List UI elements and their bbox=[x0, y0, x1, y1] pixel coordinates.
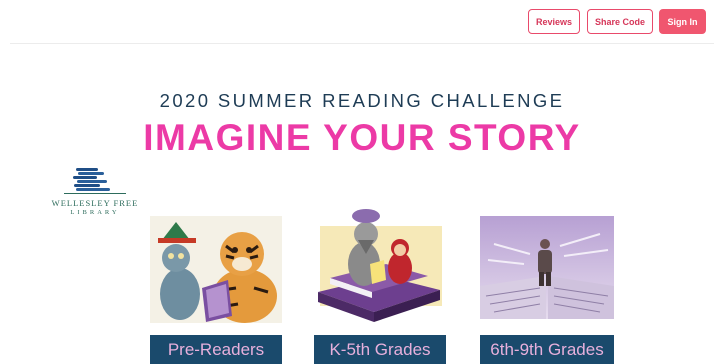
share-code-button[interactable]: Share Code bbox=[587, 9, 653, 34]
group-card-k-5th-grades[interactable]: K-5th Grades bbox=[314, 206, 446, 364]
challenge-headline: IMAGINE YOUR STORY bbox=[143, 117, 581, 158]
challenge-subtitle: 2020 SUMMER READING CHALLENGE bbox=[159, 90, 565, 111]
book-stack-icon bbox=[64, 168, 126, 194]
group-label-pre-readers: Pre-Readers bbox=[150, 335, 282, 364]
logo-subline: LIBRARY bbox=[70, 209, 120, 216]
header-divider bbox=[10, 43, 714, 44]
tiger-and-cat-reading-illustration-icon bbox=[150, 216, 282, 323]
logo-wordmark: WELLESLEY FREE bbox=[51, 198, 139, 208]
sign-in-button[interactable]: Sign In bbox=[659, 9, 706, 34]
group-card-pre-readers[interactable]: Pre-Readers bbox=[150, 216, 282, 364]
group-card-6th-9th-grades[interactable]: 6th-9th Grades bbox=[480, 216, 614, 364]
group-label-6th-9th-grades: 6th-9th Grades bbox=[480, 335, 614, 364]
library-logo: WELLESLEY FREE LIBRARY bbox=[40, 165, 150, 220]
traveler-on-open-book-illustration-icon bbox=[480, 216, 614, 319]
wolf-and-red-riding-hood-illustration-icon bbox=[314, 206, 446, 323]
group-label-k-5th-grades: K-5th Grades bbox=[314, 335, 446, 364]
top-bar: Reviews Share Code Sign In bbox=[0, 0, 724, 44]
reviews-button[interactable]: Reviews bbox=[528, 9, 580, 34]
